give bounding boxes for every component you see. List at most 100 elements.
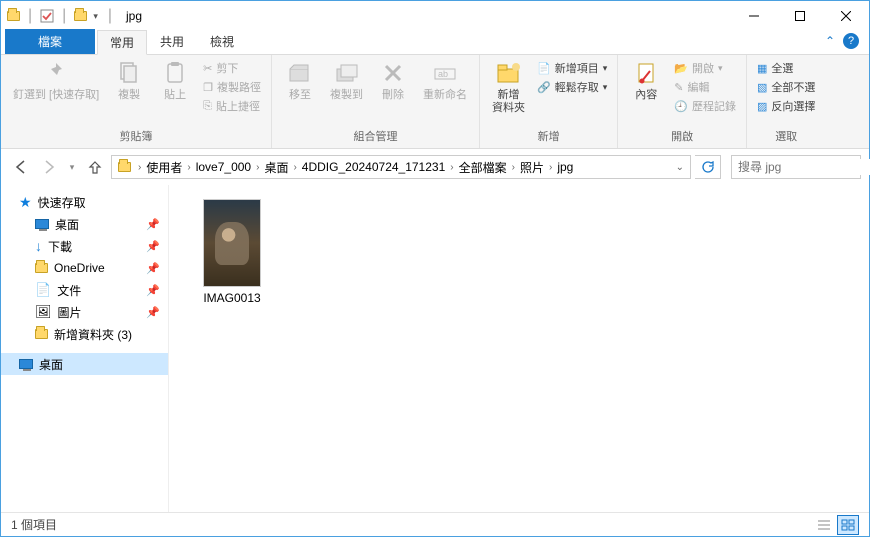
qat-item-folder[interactable] [74,11,87,21]
newfolder-button[interactable]: 新增 資料夾 [486,57,531,117]
ribbon: 釘選到 [快速存取] 複製 貼上 ✂剪下 ❐複製路徑 ⎘貼上捷徑 剪貼簿 [1,55,869,149]
refresh-button[interactable] [695,155,721,179]
minimize-button[interactable] [731,1,777,31]
chevron-right-icon[interactable]: › [447,162,456,173]
maximize-button[interactable] [777,1,823,31]
copypath-button[interactable]: ❐複製路徑 [199,78,265,96]
help-icon[interactable]: ? [843,33,859,49]
file-item[interactable]: IMAG0013 [187,199,277,305]
address-folder-icon [118,162,131,172]
details-view-button[interactable] [813,515,835,535]
nav-newfolder3[interactable]: 新增資料夾 (3) [1,323,168,345]
back-button[interactable] [9,155,33,179]
pasteshortcut-button[interactable]: ⎘貼上捷徑 [199,97,265,115]
ribbon-collapse-icon[interactable]: ⌃ [825,34,835,48]
delete-button[interactable]: 刪除 [371,57,415,104]
breadcrumb-seg[interactable]: 4DDIG_20240724_171231 [300,160,447,174]
copy-button[interactable]: 複製 [107,57,151,104]
qat-item-checkbox[interactable] [40,9,54,23]
breadcrumb-seg[interactable]: jpg [555,160,575,174]
status-bar: 1 個項目 [1,512,869,536]
up-button[interactable] [83,155,107,179]
selectinvert-button[interactable]: ▨反向選擇 [753,97,819,115]
chevron-right-icon[interactable]: › [509,162,518,173]
address-bar[interactable]: › 使用者 › love7_000 › 桌面 › 4DDIG_20240724_… [111,155,691,179]
pin-icon: 📌 [146,284,160,297]
chevron-right-icon[interactable]: › [184,162,193,173]
nav-desktop[interactable]: 桌面 📌 [1,213,168,235]
nav-onedrive[interactable]: OneDrive 📌 [1,257,168,279]
search-box[interactable] [731,155,861,179]
forward-button[interactable] [37,155,61,179]
chevron-right-icon[interactable]: › [253,162,262,173]
history-button[interactable]: 🕘歷程記錄 [670,97,740,115]
icons-view-button[interactable] [837,515,859,535]
selectall-button[interactable]: ▦全選 [753,59,819,77]
selectnone-button[interactable]: ▧全部不選 [753,78,819,96]
file-list[interactable]: IMAG0013 [169,185,869,512]
chevron-right-icon[interactable]: › [135,162,144,173]
qat-separator: | [62,7,66,25]
item-count: 1 個項目 [11,516,57,533]
ribbon-group-label: 選取 [753,127,819,146]
nav-documents[interactable]: 📄 文件 📌 [1,279,168,301]
paste-button[interactable]: 貼上 [153,57,197,104]
breadcrumb-seg[interactable]: 全部檔案 [457,159,509,176]
breadcrumb-seg[interactable]: 使用者 [144,159,184,176]
properties-icon [632,59,660,87]
pin-icon [42,59,70,87]
easyaccess-icon: 🔗 [537,81,551,94]
chevron-right-icon[interactable]: › [546,162,555,173]
nav-downloads[interactable]: ↓ 下載 📌 [1,235,168,257]
download-icon: ↓ [35,238,42,254]
address-dropdown[interactable]: ⌄ [672,162,688,173]
moveto-button[interactable]: 移至 [278,57,322,104]
newitem-button[interactable]: 📄新增項目 ▾ [533,59,611,77]
rename-button[interactable]: ab 重新命名 [417,57,473,104]
cut-button[interactable]: ✂剪下 [199,59,265,77]
qat-separator: | [28,7,32,25]
rename-icon: ab [431,59,459,87]
nav-desktop-root[interactable]: 桌面 [1,353,168,375]
path-icon: ❐ [203,81,213,94]
recent-dropdown[interactable]: ▾ [65,155,79,179]
desktop-icon [35,219,49,229]
tab-view[interactable]: 檢視 [197,29,247,54]
close-button[interactable] [823,1,869,31]
breadcrumb-seg[interactable]: 桌面 [262,159,290,176]
tab-home[interactable]: 常用 [97,30,147,55]
copyto-button[interactable]: 複製到 [324,57,369,104]
address-bar-row: ▾ › 使用者 › love7_000 › 桌面 › 4DDIG_2024072… [1,149,869,185]
pin-icon: 📌 [146,240,160,253]
scissors-icon: ✂ [203,62,212,75]
file-name: IMAG0013 [203,291,260,305]
tab-share[interactable]: 共用 [147,29,197,54]
open-button[interactable]: 📂開啟 ▾ [670,59,740,77]
qat-separator: | [108,7,112,25]
properties-button[interactable]: 內容 [624,57,668,104]
navigation-pane: ★ 快速存取 桌面 📌 ↓ 下載 📌 OneDrive 📌 📄 文件 [1,185,169,512]
document-icon: 📄 [35,282,51,298]
folder-icon [35,263,48,273]
easyaccess-button[interactable]: 🔗輕鬆存取 ▾ [533,78,611,96]
nav-pictures[interactable]: 🖼 圖片 📌 [1,301,168,323]
tab-file[interactable]: 檔案 [5,29,95,54]
qat-dropdown[interactable]: ▾ [91,11,100,22]
ribbon-group-label: 新增 [486,127,611,146]
pin-quickaccess-button[interactable]: 釘選到 [快速存取] [7,57,105,104]
chevron-right-icon[interactable]: › [290,162,299,173]
search-input[interactable] [736,159,870,175]
edit-button[interactable]: ✎編輯 [670,78,740,96]
breadcrumb-seg[interactable]: 照片 [518,159,546,176]
copy-icon [115,59,143,87]
pictures-icon: 🖼 [35,304,52,320]
paste-icon [161,59,189,87]
selectall-icon: ▦ [757,62,767,75]
breadcrumb-seg[interactable]: love7_000 [194,160,253,174]
ribbon-group-label: 開啟 [624,127,740,146]
pin-icon: 📌 [146,306,160,319]
nav-quick-access[interactable]: ★ 快速存取 [1,191,168,213]
copyto-icon [333,59,361,87]
desktop-icon [19,359,33,369]
pin-icon: 📌 [146,218,160,231]
